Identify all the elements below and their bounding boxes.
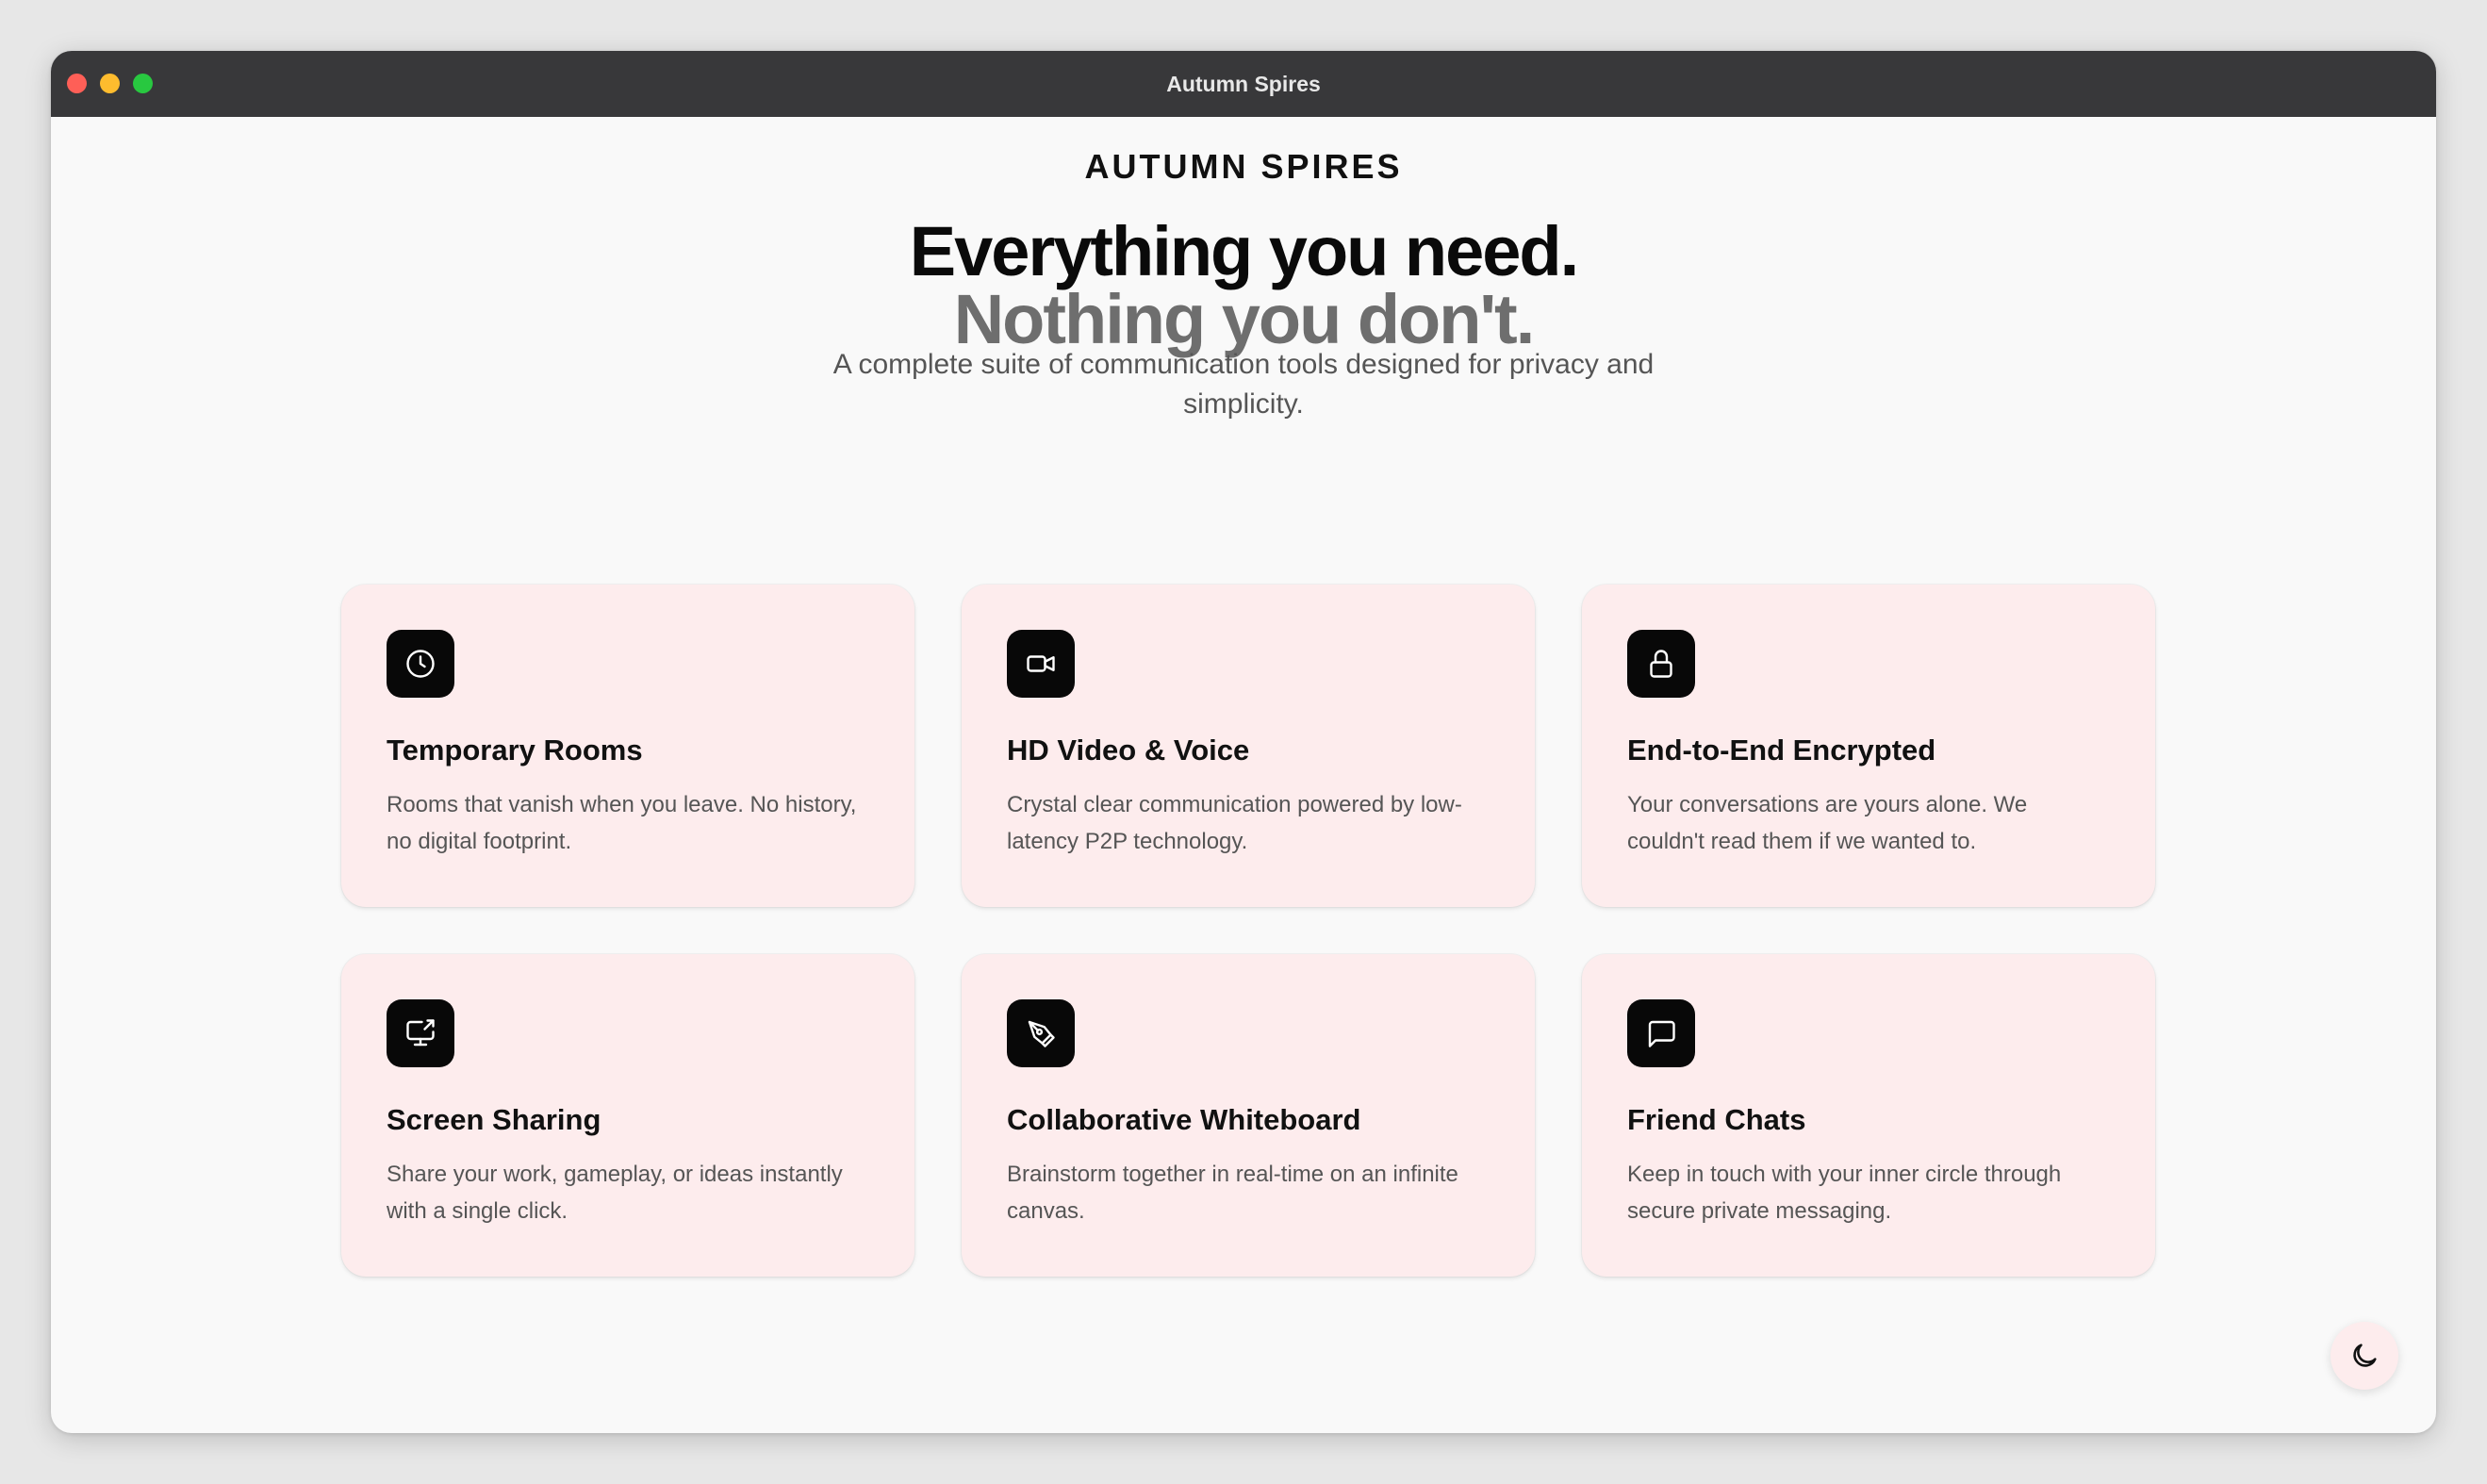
feature-icon-tile — [1007, 630, 1075, 698]
feature-card-temporary-rooms: Temporary Rooms Rooms that vanish when y… — [341, 585, 914, 907]
hero-headline: Everything you need. — [909, 212, 1579, 290]
hero-description: A complete suite of communication tools … — [832, 349, 1655, 420]
feature-card-end-to-end-encrypted: End-to-End Encrypted Your conversations … — [1582, 585, 2155, 907]
feature-title: HD Video & Voice — [1007, 734, 1250, 767]
feature-description: Rooms that vanish when you leave. No his… — [387, 792, 857, 854]
feature-title: End-to-End Encrypted — [1627, 734, 1936, 767]
message-square-icon — [1648, 1020, 1675, 1047]
feature-icon-tile — [1627, 630, 1695, 698]
pen-tool-icon — [1028, 1020, 1055, 1047]
lock-icon — [1650, 650, 1672, 678]
theme-toggle-button[interactable] — [2331, 1322, 2398, 1390]
feature-description: Keep in touch with your inner circle thr… — [1627, 1162, 2062, 1224]
feature-title: Temporary Rooms — [387, 734, 643, 767]
feature-card-hd-video-voice: HD Video & Voice Crystal clear communica… — [962, 585, 1535, 907]
feature-icon-tile — [1627, 999, 1695, 1067]
brand-logo-text[interactable]: AUTUMN SPIRES — [51, 147, 2436, 187]
features-grid: Temporary Rooms Rooms that vanish when y… — [341, 585, 2155, 1277]
window-title: Autumn Spires — [1166, 72, 1321, 96]
video-icon — [1027, 655, 1055, 672]
feature-icon-tile — [387, 999, 454, 1067]
feature-description: Share your work, gameplay, or ideas inst… — [387, 1162, 843, 1224]
feature-title: Friend Chats — [1627, 1103, 1806, 1136]
hero-subheadline: Nothing you don't. — [953, 280, 1536, 358]
clock-icon — [406, 650, 435, 678]
app-window: Autumn Spires AUTUMN SPIRES Everything y… — [51, 51, 2436, 1433]
feature-card-screen-sharing: Screen Sharing Share your work, gameplay… — [341, 954, 914, 1277]
feature-title: Screen Sharing — [387, 1103, 601, 1136]
feature-icon-tile — [1007, 999, 1075, 1067]
screen-share-icon — [406, 1019, 435, 1047]
feature-description: Crystal clear communication powered by l… — [1007, 792, 1462, 854]
feature-title: Collaborative Whiteboard — [1007, 1103, 1361, 1136]
feature-icon-tile — [387, 630, 454, 698]
title-bar[interactable]: Autumn Spires — [51, 51, 2436, 117]
feature-description: Your conversations are yours alone. We c… — [1627, 792, 2028, 854]
feature-description: Brainstorm together in real-time on an i… — [1007, 1162, 1458, 1224]
page-content: AUTUMN SPIRES Everything you need. Nothi… — [51, 117, 2436, 1433]
feature-card-friend-chats: Friend Chats Keep in touch with your inn… — [1582, 954, 2155, 1277]
moon-icon — [2353, 1344, 2377, 1367]
feature-card-collaborative-whiteboard: Collaborative Whiteboard Brainstorm toge… — [962, 954, 1535, 1277]
